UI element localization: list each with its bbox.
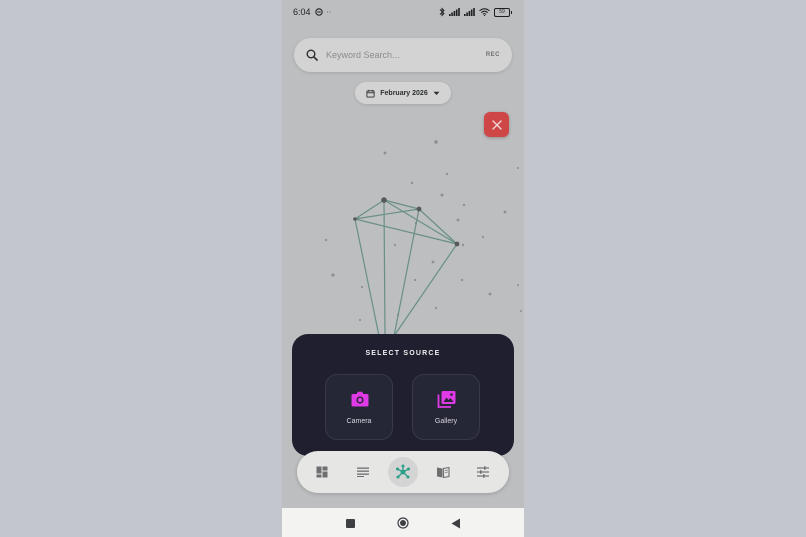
- gallery-button[interactable]: Gallery: [412, 374, 480, 440]
- battery-icon: 59: [494, 7, 512, 17]
- search-icon: [306, 49, 318, 61]
- signal-icon: [464, 8, 475, 16]
- rec-button[interactable]: REC: [486, 52, 500, 58]
- list-icon: [357, 467, 369, 477]
- book-icon: [437, 466, 450, 478]
- do-not-disturb-icon: [314, 8, 323, 16]
- square-icon: [345, 518, 355, 528]
- recents-button[interactable]: [343, 516, 357, 530]
- search-input[interactable]: [326, 50, 486, 60]
- sliders-icon: [477, 466, 489, 478]
- phone-screen: 6:04 ·· 59 Keyword Search... REC Februar…: [282, 0, 524, 537]
- bluetooth-icon: [439, 7, 445, 17]
- back-button[interactable]: [449, 516, 463, 530]
- search-bar[interactable]: REC: [294, 38, 512, 72]
- nav-book[interactable]: [428, 457, 458, 487]
- camera-button[interactable]: Camera: [325, 374, 393, 440]
- sheet-title: SELECT SOURCE: [365, 350, 441, 357]
- month-picker[interactable]: February 2026: [355, 82, 451, 104]
- signal-icon: [449, 8, 460, 16]
- status-time: 6:04: [293, 7, 311, 17]
- nav-settings[interactable]: [468, 457, 498, 487]
- chevron-down-icon: [433, 91, 440, 95]
- camera-icon: [351, 391, 369, 407]
- wifi-icon: [479, 8, 490, 16]
- select-source-sheet: SELECT SOURCE Camera Gallery: [292, 334, 514, 456]
- nav-graph[interactable]: [388, 457, 418, 487]
- camera-label: Camera: [346, 418, 372, 425]
- home-button[interactable]: [396, 516, 410, 530]
- month-label: February 2026: [380, 89, 428, 97]
- close-button[interactable]: [484, 112, 509, 137]
- status-extra: ··: [326, 8, 332, 16]
- graph-icon: [396, 464, 410, 479]
- gallery-label: Gallery: [434, 418, 458, 425]
- battery-level: 59: [499, 8, 505, 15]
- status-bar: 6:04 ·· 59: [282, 0, 524, 24]
- home-circle-icon: [397, 517, 409, 529]
- dashboard-icon: [316, 466, 328, 478]
- close-icon: [491, 119, 502, 130]
- calendar-icon: [366, 89, 375, 98]
- nav-dashboard[interactable]: [307, 457, 337, 487]
- system-navigation-bar: [282, 508, 524, 537]
- back-triangle-icon: [451, 518, 460, 528]
- nav-list[interactable]: [348, 457, 378, 487]
- bottom-navigation: [297, 451, 509, 493]
- gallery-icon: [437, 391, 456, 408]
